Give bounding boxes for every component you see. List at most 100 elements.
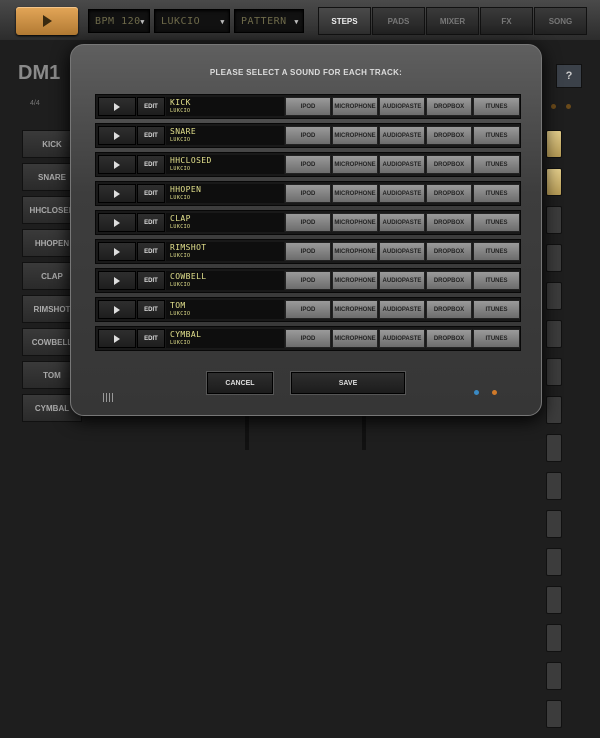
source-microphone-button[interactable]: MICROPHONE <box>332 126 378 145</box>
source-dropbox-button[interactable]: DROPBOX <box>426 126 472 145</box>
preview-play-button[interactable] <box>98 155 136 174</box>
preview-play-button[interactable] <box>98 271 136 290</box>
step-cell[interactable] <box>546 206 562 234</box>
source-ipod-button[interactable]: IPOD <box>285 271 331 290</box>
track-name: CLAP <box>170 214 191 223</box>
source-ipod-button[interactable]: IPOD <box>285 242 331 261</box>
pattern-select[interactable]: PATTERN ▼ <box>234 9 304 33</box>
tab-mixer[interactable]: MIXER <box>426 7 479 35</box>
source-audiopaste-button[interactable]: AUDIOPASTE <box>379 126 425 145</box>
source-audiopaste-button[interactable]: AUDIOPASTE <box>379 155 425 174</box>
preview-play-button[interactable] <box>98 184 136 203</box>
grip-icon <box>103 389 115 407</box>
source-audiopaste-button[interactable]: AUDIOPASTE <box>379 213 425 232</box>
source-microphone-button[interactable]: MICROPHONE <box>332 155 378 174</box>
source-itunes-button[interactable]: ITUNES <box>473 126 520 145</box>
edit-button[interactable]: EDIT <box>137 155 165 174</box>
preview-play-button[interactable] <box>98 300 136 319</box>
step-cell[interactable] <box>546 472 562 500</box>
source-audiopaste-button[interactable]: AUDIOPASTE <box>379 329 425 348</box>
source-ipod-button[interactable]: IPOD <box>285 184 331 203</box>
source-microphone-button[interactable]: MICROPHONE <box>332 271 378 290</box>
tab-fx[interactable]: FX <box>480 7 533 35</box>
tab-song[interactable]: SONG <box>534 7 587 35</box>
step-cell[interactable] <box>546 510 562 538</box>
step-cell[interactable] <box>546 168 562 196</box>
edit-button[interactable]: EDIT <box>137 329 165 348</box>
track-kit: LUKCIO <box>170 282 191 288</box>
source-itunes-button[interactable]: ITUNES <box>473 329 520 348</box>
edit-button[interactable]: EDIT <box>137 184 165 203</box>
tab-pads[interactable]: PADS <box>372 7 425 35</box>
source-audiopaste-button[interactable]: AUDIOPASTE <box>379 271 425 290</box>
step-cell[interactable] <box>546 282 562 310</box>
bpm-select[interactable]: BPM 120 ▼ <box>88 9 150 33</box>
source-audiopaste-button[interactable]: AUDIOPASTE <box>379 184 425 203</box>
step-cell[interactable] <box>546 586 562 614</box>
step-cell[interactable] <box>546 624 562 652</box>
preview-play-button[interactable] <box>98 242 136 261</box>
pattern-value: PATTERN <box>241 16 287 27</box>
kit-value: LUKCIO <box>161 16 201 27</box>
tab-steps[interactable]: STEPS <box>318 7 371 35</box>
preview-play-button[interactable] <box>98 126 136 145</box>
edit-button[interactable]: EDIT <box>137 213 165 232</box>
status-led-blue <box>474 390 479 395</box>
source-microphone-button[interactable]: MICROPHONE <box>332 97 378 116</box>
source-ipod-button[interactable]: IPOD <box>285 155 331 174</box>
source-dropbox-button[interactable]: DROPBOX <box>426 155 472 174</box>
source-microphone-button[interactable]: MICROPHONE <box>332 300 378 319</box>
source-ipod-button[interactable]: IPOD <box>285 97 331 116</box>
source-itunes-button[interactable]: ITUNES <box>473 213 520 232</box>
source-dropbox-button[interactable]: DROPBOX <box>426 300 472 319</box>
source-dropbox-button[interactable]: DROPBOX <box>426 271 472 290</box>
preview-play-button[interactable] <box>98 97 136 116</box>
step-cell[interactable] <box>546 548 562 576</box>
edit-button[interactable]: EDIT <box>137 126 165 145</box>
source-itunes-button[interactable]: ITUNES <box>473 300 520 319</box>
play-icon <box>114 160 120 169</box>
source-audiopaste-button[interactable]: AUDIOPASTE <box>379 97 425 116</box>
source-audiopaste-button[interactable]: AUDIOPASTE <box>379 242 425 261</box>
cancel-button[interactable]: CANCEL <box>207 372 273 394</box>
step-cell[interactable] <box>546 244 562 272</box>
step-cell[interactable] <box>546 396 562 424</box>
source-dropbox-button[interactable]: DROPBOX <box>426 184 472 203</box>
source-microphone-button[interactable]: MICROPHONE <box>332 213 378 232</box>
step-cell[interactable] <box>546 662 562 690</box>
step-cell[interactable] <box>546 130 562 158</box>
source-itunes-button[interactable]: ITUNES <box>473 97 520 116</box>
transport-play-button[interactable] <box>16 7 78 35</box>
edit-button[interactable]: EDIT <box>137 242 165 261</box>
kit-select[interactable]: LUKCIO ▼ <box>154 9 230 33</box>
source-dropbox-button[interactable]: DROPBOX <box>426 329 472 348</box>
source-ipod-button[interactable]: IPOD <box>285 126 331 145</box>
source-dropbox-button[interactable]: DROPBOX <box>426 213 472 232</box>
source-microphone-button[interactable]: MICROPHONE <box>332 184 378 203</box>
source-audiopaste-button[interactable]: AUDIOPASTE <box>379 300 425 319</box>
source-itunes-button[interactable]: ITUNES <box>473 271 520 290</box>
source-ipod-button[interactable]: IPOD <box>285 329 331 348</box>
source-microphone-button[interactable]: MICROPHONE <box>332 242 378 261</box>
step-cell[interactable] <box>546 320 562 348</box>
source-ipod-button[interactable]: IPOD <box>285 300 331 319</box>
track-lcd: CLAP LUKCIO <box>166 213 284 232</box>
source-itunes-button[interactable]: ITUNES <box>473 155 520 174</box>
save-button[interactable]: SAVE <box>291 372 405 394</box>
preview-play-button[interactable] <box>98 329 136 348</box>
source-itunes-button[interactable]: ITUNES <box>473 242 520 261</box>
source-dropbox-button[interactable]: DROPBOX <box>426 242 472 261</box>
source-itunes-button[interactable]: ITUNES <box>473 184 520 203</box>
preview-play-button[interactable] <box>98 213 136 232</box>
step-cell[interactable] <box>546 700 562 728</box>
dialog-title: PLEASE SELECT A SOUND FOR EACH TRACK: <box>209 68 403 77</box>
source-ipod-button[interactable]: IPOD <box>285 213 331 232</box>
edit-button[interactable]: EDIT <box>137 271 165 290</box>
source-dropbox-button[interactable]: DROPBOX <box>426 97 472 116</box>
edit-button[interactable]: EDIT <box>137 97 165 116</box>
edit-button[interactable]: EDIT <box>137 300 165 319</box>
step-cell[interactable] <box>546 434 562 462</box>
source-microphone-button[interactable]: MICROPHONE <box>332 329 378 348</box>
step-cell[interactable] <box>546 358 562 386</box>
help-button[interactable]: ? <box>556 64 582 88</box>
